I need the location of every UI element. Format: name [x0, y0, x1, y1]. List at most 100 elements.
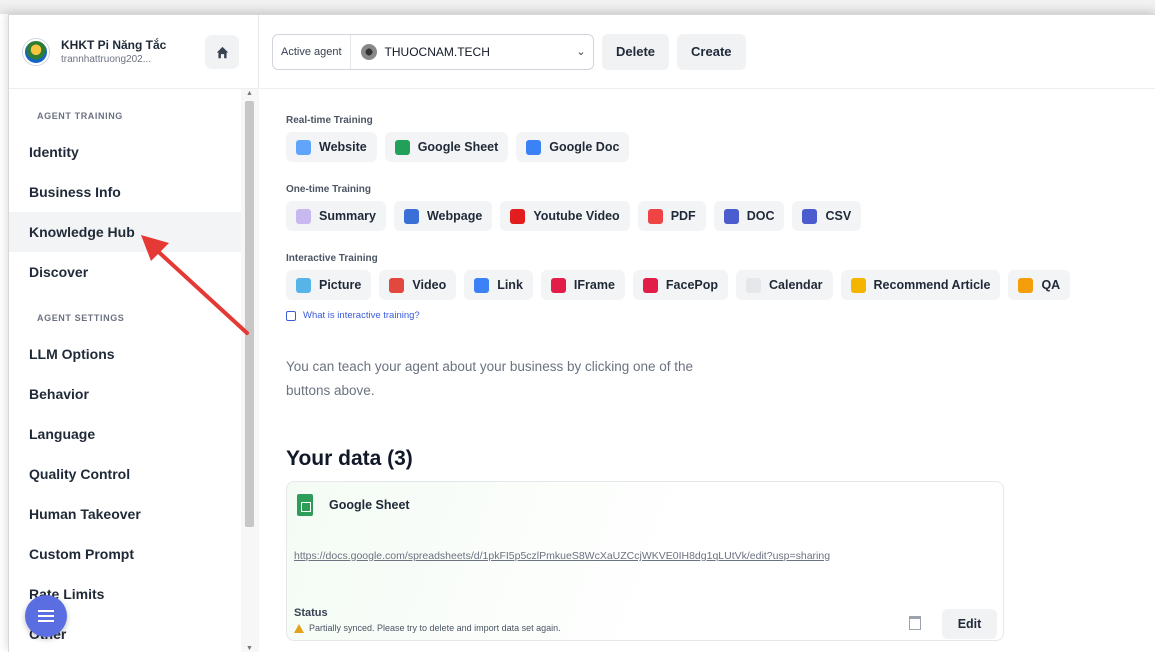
agent-logo [360, 43, 377, 60]
training-option-label: IFrame [573, 278, 615, 292]
edit-button[interactable]: Edit [942, 609, 997, 639]
home-icon [216, 46, 228, 58]
question-icon [1018, 277, 1034, 293]
training-option-qa[interactable]: QA [1008, 270, 1071, 300]
training-option-google-sheet[interactable]: Google Sheet [384, 132, 509, 162]
sidebar-item-label: LLM Options [29, 346, 115, 362]
sidebar-item-quality-control[interactable]: Quality Control [9, 454, 241, 494]
create-button[interactable]: Create [677, 33, 746, 70]
interactive-training-help-link[interactable]: What is interactive training? [286, 310, 1155, 321]
training-option-picture[interactable]: Picture [286, 270, 372, 300]
sidebar-scrollbar[interactable]: ▲ ▼ [241, 89, 259, 652]
csv-icon [802, 208, 818, 224]
training-option-label: Website [319, 140, 367, 154]
training-option-youtube-video[interactable]: Youtube Video [500, 201, 630, 231]
data-card: Google Sheet https://docs.google.com/spr… [286, 481, 1004, 641]
youtube-icon [510, 208, 526, 224]
external-link-icon [286, 310, 296, 321]
training-option-label: Summary [319, 209, 376, 223]
warning-icon [294, 623, 304, 633]
section-agent-training: AGENT TRAINING [37, 111, 123, 121]
delete-button[interactable]: Delete [602, 33, 670, 70]
link-icon [474, 277, 490, 293]
status-text: Partially synced. Please try to delete a… [309, 623, 561, 633]
your-data-title: Your data (3) [286, 447, 413, 470]
sidebar-item-behavior[interactable]: Behavior [9, 374, 241, 414]
training-option-recommend-article[interactable]: Recommend Article [840, 270, 1001, 300]
star-icon [850, 277, 866, 293]
training-option-doc[interactable]: DOC [713, 201, 785, 231]
training-option-link[interactable]: Link [464, 270, 533, 300]
film-icon [389, 277, 405, 293]
scroll-down-icon[interactable]: ▼ [246, 645, 253, 652]
data-source-url[interactable]: https://docs.google.com/spreadsheets/d/1… [294, 546, 854, 566]
training-option-summary[interactable]: Summary [286, 201, 386, 231]
training-option-label: PDF [670, 209, 696, 223]
training-option-label: Youtube Video [533, 209, 620, 223]
status-message: Partially synced. Please try to delete a… [294, 623, 561, 633]
training-option-webpage[interactable]: Webpage [393, 201, 493, 231]
sidebar-item-label: Behavior [29, 386, 89, 402]
sidebar-item-label: Quality Control [29, 466, 131, 482]
google-sheet-icon [394, 139, 410, 155]
scroll-up-icon[interactable]: ▲ [246, 90, 253, 97]
brand-logo [23, 38, 49, 65]
sidebar-item-label: Identity [29, 144, 79, 160]
training-option-video[interactable]: Video [379, 270, 457, 300]
active-agent-label: Active agent [273, 34, 351, 69]
home-button[interactable] [205, 35, 239, 69]
sidebar-item-business-info[interactable]: Business Info [9, 172, 241, 212]
menu-icon [38, 615, 54, 617]
interactive-training-options: Picture Video Link IFrame FacePop Calendar Rec… [286, 270, 1155, 300]
iframe-icon [550, 277, 566, 293]
training-option-iframe[interactable]: IFrame [540, 270, 625, 300]
facepop-icon [642, 277, 658, 293]
training-option-calendar[interactable]: Calendar [736, 270, 833, 300]
pdf-icon [647, 208, 663, 224]
training-option-website[interactable]: Website [286, 132, 377, 162]
sidebar-item-identity[interactable]: Identity [9, 132, 241, 172]
doc-icon [723, 208, 739, 224]
onetime-training-title: One-time Training [286, 184, 372, 195]
training-option-label: Picture [319, 278, 362, 292]
onetime-training-options: Summary Webpage Youtube Video PDF DOC CSV [286, 201, 1155, 231]
training-option-csv[interactable]: CSV [792, 201, 862, 231]
help-text: You can teach your agent about your busi… [286, 359, 694, 398]
training-option-facepop[interactable]: FacePop [632, 270, 729, 300]
chat-menu-button[interactable] [25, 595, 67, 637]
sidebar-item-label: Language [29, 426, 96, 442]
sidebar-item-human-takeover[interactable]: Human Takeover [9, 494, 241, 534]
window-top-shadow [0, 0, 1155, 14]
google-sheet-icon [297, 494, 313, 516]
sidebar-item-label: Knowledge Hub [29, 224, 135, 240]
sidebar-item-custom-prompt[interactable]: Custom Prompt [9, 534, 241, 574]
sidebar-item-language[interactable]: Language [9, 414, 241, 454]
training-option-label: CSV [825, 209, 852, 223]
main-content: Active agent THUOCNAM.TECH ⌄ Delete Crea… [260, 15, 1155, 652]
brand-name: KHKT Pi Năng Tắc [61, 38, 167, 52]
annotation-arrow-icon [141, 235, 249, 335]
training-option-label: Video [412, 278, 447, 292]
chevron-down-icon: ⌄ [576, 46, 586, 58]
sidebar-item-label: Human Takeover [29, 506, 141, 522]
interactive-training-title: Interactive Training [286, 253, 378, 264]
training-option-label: Google Doc [549, 140, 620, 154]
training-option-google-doc[interactable]: Google Doc [516, 132, 630, 162]
training-option-label: Webpage [426, 209, 483, 223]
sidebar-nav: AGENT TRAINING Identity Business Info Kn… [9, 90, 241, 652]
globe-icon [296, 139, 311, 155]
realtime-training-options: Website Google Sheet Google Doc [286, 132, 1155, 162]
training-option-label: DOC [746, 209, 775, 223]
realtime-training-title: Real-time Training [286, 115, 373, 126]
data-card-title: Google Sheet [329, 498, 410, 512]
trash-icon[interactable] [909, 616, 921, 630]
code-page-icon [403, 208, 419, 224]
training-option-pdf[interactable]: PDF [637, 201, 706, 231]
agent-toolbar: Active agent THUOCNAM.TECH ⌄ Delete Crea… [260, 15, 1155, 89]
training-option-label: QA [1041, 278, 1061, 292]
calendar-icon [746, 277, 762, 293]
picture-icon [296, 277, 311, 293]
training-option-label: Calendar [769, 278, 823, 292]
training-option-label: Recommend Article [873, 278, 991, 292]
active-agent-select[interactable]: Active agent THUOCNAM.TECH ⌄ [272, 33, 594, 70]
